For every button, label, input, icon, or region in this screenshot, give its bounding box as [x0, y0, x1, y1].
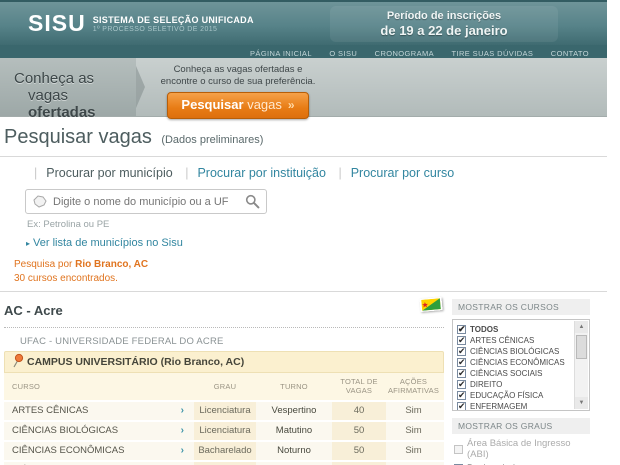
results-panel: AC - Acre UFAC - UNIVERSIDADE FEDERAL DO… — [4, 299, 444, 465]
logo-subtitle: SISTEMA DE SELEÇÃO UNIFICADA — [93, 15, 254, 25]
checkbox-icon — [457, 369, 466, 378]
period-line2: de 19 a 22 de janeiro — [330, 23, 558, 38]
course-filter-checkbox[interactable]: DIREITO — [457, 380, 571, 389]
filters-sidebar: MOSTRAR OS CURSOS ▲ ▼ TODOS — [452, 299, 590, 465]
double-chevron-icon: » — [288, 98, 295, 112]
logo-text: SISU — [28, 12, 86, 34]
course-shift: Vespertino — [256, 402, 332, 420]
degree-filter-checkbox[interactable]: Área Básica de Ingresso (ABI) — [454, 438, 590, 460]
state-heading: AC - Acre — [4, 303, 63, 318]
degree-filter-list: Área Básica de Ingresso (ABI) Bacharelad… — [454, 438, 590, 465]
banner-description: Conheça as vagas ofertadas e encontre o … — [152, 64, 324, 88]
course-row[interactable]: CIÊNCIAS ECONÔMICAS › Bacharelado Noturn… — [4, 442, 444, 460]
page-subtitle: (Dados preliminares) — [161, 134, 263, 146]
scroll-up-icon[interactable]: ▲ — [575, 321, 588, 333]
course-filter-checkbox[interactable]: ENFERMAGEM — [457, 402, 571, 411]
campus-header: CAMPUS UNIVERSITÁRIO (Rio Branco, AC) — [4, 351, 444, 373]
checkbox-icon — [454, 445, 463, 454]
divider — [0, 156, 607, 157]
filter-courses-title: MOSTRAR OS CURSOS — [452, 299, 590, 315]
municipality-search-box — [25, 189, 267, 214]
chevron-right-icon: › — [181, 425, 184, 436]
course-affirmative: Sim — [386, 402, 441, 420]
course-vacancies: 40 — [332, 402, 386, 420]
checkbox-icon — [457, 336, 466, 345]
banner-arrow-shape — [136, 66, 145, 108]
column-header-acoes: AÇÕES AFIRMATIVAS — [386, 377, 441, 396]
search-icon[interactable] — [245, 194, 260, 209]
search-input[interactable] — [53, 196, 245, 208]
column-header-turno: TURNO — [256, 382, 332, 391]
course-name: CIÊNCIAS BIOLÓGICAS — [12, 425, 118, 436]
list-scrollbar[interactable]: ▲ ▼ — [574, 321, 588, 409]
checkbox-icon — [457, 358, 466, 367]
course-affirmative: Sim — [386, 422, 441, 440]
table-header-row: CURSO GRAU TURNO TOTAL DE VAGAS AÇÕES AF… — [4, 373, 444, 400]
checkbox-icon — [457, 402, 466, 411]
course-filter-checkbox[interactable]: EDUCAÇÃO FÍSICA — [457, 391, 571, 400]
site-header: SISU SISTEMA DE SELEÇÃO UNIFICADA 1º PRO… — [0, 0, 607, 45]
course-filter-checkbox[interactable]: TODOS — [457, 325, 571, 334]
checkbox-icon — [457, 380, 466, 389]
course-vacancies: 50 — [332, 422, 386, 440]
chevron-right-icon: › — [181, 445, 184, 456]
triangle-bullet-icon: ▸ — [26, 239, 30, 248]
search-result-value: Rio Branco, AC — [75, 259, 148, 270]
course-name: ARTES CÊNICAS — [12, 405, 88, 416]
enrollment-period-banner: Período de inscrições de 19 a 22 de jane… — [330, 6, 558, 42]
municipality-list-link[interactable]: ▸Ver lista de municípios no Sisu — [26, 237, 607, 249]
course-filter-checkbox[interactable]: ARTES CÊNICAS — [457, 336, 571, 345]
search-result-count: 30 cursos encontrados. — [14, 273, 607, 284]
column-header-curso: CURSO — [4, 382, 194, 391]
search-hint: Ex: Petrolina ou PE — [27, 219, 607, 230]
acre-flag-icon — [419, 297, 442, 312]
banner-title: Conheça as vagas ofertadas — [0, 58, 136, 116]
page: SISU SISTEMA DE SELEÇÃO UNIFICADA 1º PRO… — [0, 0, 607, 465]
checkbox-icon — [457, 347, 466, 356]
search-tab[interactable]: Procurar por instituição — [176, 166, 326, 180]
course-filter-checkbox[interactable]: CIÊNCIAS SOCIAIS — [457, 369, 571, 378]
column-header-vagas: TOTAL DE VAGAS — [332, 377, 386, 396]
course-filter-checkbox[interactable]: CIÊNCIAS ECONÔMICAS — [457, 358, 571, 367]
checkbox-icon — [457, 325, 466, 334]
map-pin-icon — [10, 353, 24, 369]
page-title: Pesquisar vagas — [4, 126, 152, 148]
chevron-right-icon: › — [181, 405, 184, 416]
checkbox-icon — [457, 391, 466, 400]
course-affirmative: Sim — [386, 442, 441, 460]
filter-degrees-title: MOSTRAR OS GRAUS — [452, 418, 590, 434]
course-row[interactable]: CIÊNCIAS BIOLÓGICAS › Licenciatura Matut… — [4, 422, 444, 440]
scrollbar-thumb[interactable] — [576, 335, 587, 359]
institution-name: UFAC - UNIVERSIDADE FEDERAL DO ACRE — [20, 336, 444, 347]
course-shift: Matutino — [256, 422, 332, 440]
search-result-label: Pesquisa por Rio Branco, AC — [14, 259, 607, 270]
period-line1: Período de inscrições — [330, 10, 558, 22]
search-tab[interactable]: Procurar por município — [25, 166, 173, 180]
search-tab[interactable]: Procurar por curso — [329, 166, 454, 180]
brazil-map-icon — [32, 195, 48, 209]
pesquisar-vagas-button[interactable]: Pesquisar vagas» — [167, 92, 308, 119]
divider — [0, 291, 607, 292]
course-shift: Noturno — [256, 442, 332, 460]
course-degree: Licenciatura — [194, 402, 256, 420]
logo-edition: 1º PROCESSO SELETIVO DE 2015 — [93, 26, 254, 33]
course-filter-list: ▲ ▼ TODOS ARTES CÊNICAS — [452, 319, 590, 411]
course-row[interactable]: ARTES CÊNICAS › Licenciatura Vespertino … — [4, 402, 444, 420]
scroll-down-icon[interactable]: ▼ — [575, 397, 588, 409]
search-tabs: Procurar por município Procurar por inst… — [25, 166, 607, 180]
course-table: ARTES CÊNICAS › Licenciatura Vespertino … — [4, 402, 444, 465]
sisu-logo: SISU SISTEMA DE SELEÇÃO UNIFICADA 1º PRO… — [28, 12, 254, 34]
top-nav: PÁGINA INICIAL O SISU CRONOGRAMA TIRE SU… — [0, 45, 607, 58]
course-name: CIÊNCIAS ECONÔMICAS — [12, 445, 124, 456]
course-degree: Bacharelado — [194, 442, 256, 460]
column-header-grau: GRAU — [194, 382, 256, 391]
course-vacancies: 50 — [332, 442, 386, 460]
course-filter-checkbox[interactable]: CIÊNCIAS BIOLÓGICAS — [457, 347, 571, 356]
course-degree: Licenciatura — [194, 422, 256, 440]
promo-banner: Conheça as vagas ofertadas Conheça as va… — [0, 58, 607, 117]
